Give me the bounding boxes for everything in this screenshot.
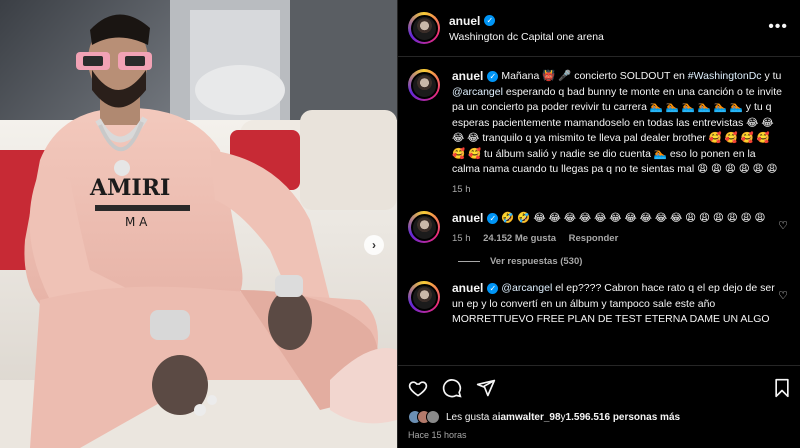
- reply-button[interactable]: Responder: [569, 233, 619, 244]
- hashtag-link[interactable]: #WashingtonDc: [688, 70, 762, 82]
- comment-username[interactable]: anuel ✓: [452, 211, 499, 227]
- caption-text: esperando q bad bunny te monte en una ca…: [452, 85, 782, 176]
- comments-list: anuel ✓ Mañana 👹 🎤 concierto SOLDOUT en …: [398, 57, 800, 363]
- comment-likes[interactable]: 24.152 Me gusta: [483, 233, 556, 244]
- liker-avatars[interactable]: [408, 410, 440, 424]
- comment-meta: 15 h: [452, 182, 782, 198]
- comment-item: anuel ✓ @arcangel el ep???? Cabron hace …: [408, 281, 790, 328]
- mention-link[interactable]: @arcangel: [501, 282, 552, 294]
- comment-username[interactable]: anuel ✓: [452, 281, 499, 297]
- comment-username-text[interactable]: anuel: [452, 69, 483, 85]
- share-icon[interactable]: [476, 378, 496, 398]
- svg-text:AMIRI: AMIRI: [89, 175, 170, 201]
- post-photo[interactable]: AMIRI M A ›: [0, 0, 397, 448]
- comment-time[interactable]: 15 h: [452, 184, 471, 195]
- comment-time[interactable]: 15 h: [452, 233, 471, 244]
- avatar[interactable]: [408, 211, 440, 243]
- heart-icon[interactable]: [408, 378, 428, 398]
- photo-illustration: AMIRI M A: [0, 0, 397, 448]
- divider: [458, 261, 480, 262]
- avatar[interactable]: [408, 69, 440, 101]
- comment-username[interactable]: anuel ✓: [452, 69, 499, 85]
- verified-badge-icon: ✓: [487, 71, 499, 83]
- post-panel: anuel ✓ Washington dc Capital one arena …: [397, 0, 800, 448]
- mention-link[interactable]: @arcangel: [452, 86, 503, 98]
- likes-summary: Les gusta a iamwalter_98 y 1.596.516 per…: [408, 410, 791, 424]
- post-timestamp[interactable]: Hace 15 horas: [408, 430, 791, 440]
- like-comment-heart-icon[interactable]: ♡: [778, 289, 788, 302]
- next-photo-button[interactable]: ›: [364, 235, 384, 255]
- comment-username-text[interactable]: anuel: [452, 211, 483, 227]
- likes-count[interactable]: 1.596.516 personas más: [566, 412, 681, 423]
- view-replies-label: Ver respuestas (530): [490, 256, 583, 267]
- comment-text: 🤣 🤣 😂 😂 😂 😂 😂 😂 😂 😂 😂 😂 😩 😩 😩 😩 😩 😩: [501, 212, 766, 224]
- author-username-text[interactable]: anuel: [449, 14, 480, 28]
- author-username[interactable]: anuel ✓: [449, 14, 604, 28]
- bookmark-icon[interactable]: [773, 378, 791, 398]
- caption: anuel ✓ Mañana 👹 🎤 concierto SOLDOUT en …: [408, 69, 790, 197]
- avatar[interactable]: [408, 12, 440, 44]
- instagram-post: AMIRI M A › anuel ✓ Washington dc Capita…: [0, 0, 800, 448]
- likes-prefix: Les gusta a: [446, 411, 498, 423]
- verified-badge-icon: ✓: [484, 15, 496, 26]
- comment-meta: 15 h 24.152 Me gusta Responder: [452, 231, 782, 247]
- view-replies-button[interactable]: Ver respuestas (530): [458, 256, 790, 267]
- comment-username-text[interactable]: anuel: [452, 281, 483, 297]
- post-actions: Les gusta a iamwalter_98 y 1.596.516 per…: [398, 365, 800, 448]
- caption-text: y tu: [761, 70, 782, 82]
- avatar[interactable]: [408, 281, 440, 313]
- verified-badge-icon: ✓: [487, 283, 499, 295]
- chevron-right-icon: ›: [372, 238, 376, 252]
- post-header: anuel ✓ Washington dc Capital one arena …: [398, 0, 800, 57]
- comment-item: anuel ✓ 🤣 🤣 😂 😂 😂 😂 😂 😂 😂 😂 😂 😂 😩 😩 😩 😩 …: [408, 211, 790, 246]
- caption-text: Mañana 👹 🎤 concierto SOLDOUT en: [501, 70, 688, 82]
- svg-text:M A: M A: [125, 215, 148, 229]
- comment-icon[interactable]: [442, 378, 462, 398]
- liker-username[interactable]: iamwalter_98: [498, 412, 561, 423]
- like-comment-heart-icon[interactable]: ♡: [778, 219, 788, 232]
- more-options-icon[interactable]: •••: [768, 18, 788, 36]
- verified-badge-icon: ✓: [487, 213, 499, 225]
- post-location[interactable]: Washington dc Capital one arena: [449, 31, 604, 43]
